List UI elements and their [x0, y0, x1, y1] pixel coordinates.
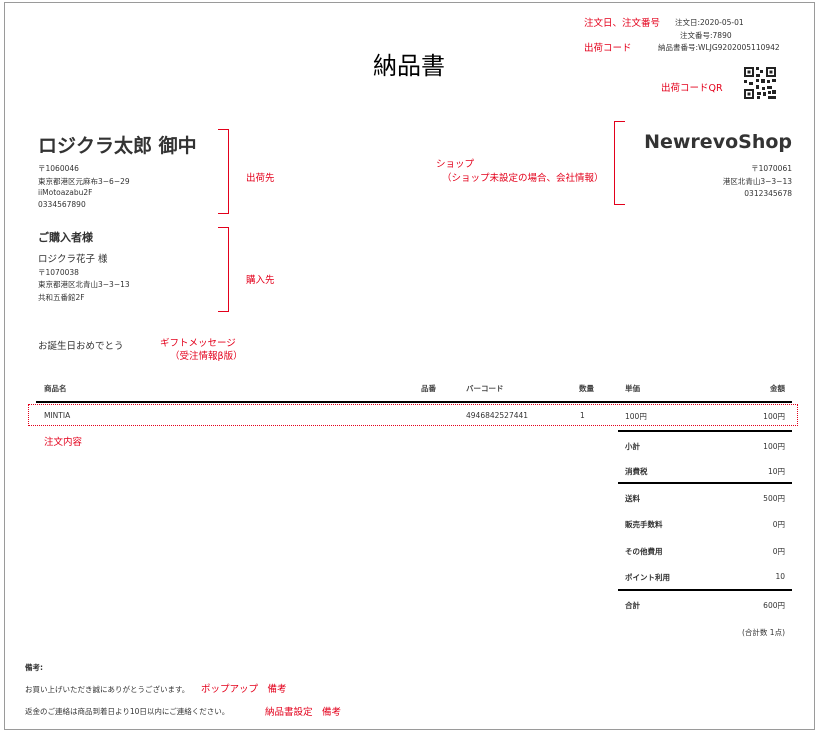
recipient-name: ロジクラ太郎 御中 [38, 135, 197, 157]
page-frame [4, 2, 815, 730]
recipient-phone: 0334567890 [38, 200, 86, 209]
annotation-order-info: 注文日、注文番号 [584, 18, 661, 29]
buyer-bracket [218, 227, 229, 312]
table-header-rule [36, 401, 792, 403]
col-unit-price: 単価 [625, 384, 640, 393]
row-product: MINTIA [44, 411, 71, 420]
annotation-buyer: 購入先 [246, 275, 275, 286]
total-value: 600円 [763, 601, 785, 610]
other-value: 0円 [772, 547, 785, 556]
col-barcode: バーコード [466, 384, 504, 393]
shipping-value: 500円 [763, 494, 785, 503]
annotation-order-contents: 注文内容 [44, 437, 83, 448]
recipient-address2: iiMotoazabu2F [38, 188, 93, 197]
annotation-gift-line2: （受注情報β版） [170, 351, 243, 362]
buyer-address1: 東京都港区北青山3−3−13 [38, 280, 130, 289]
shop-phone: 0312345678 [744, 189, 792, 198]
subtotal-value: 100円 [763, 442, 785, 451]
page-title: 納品書 [373, 52, 445, 80]
col-amount: 金額 [770, 384, 785, 393]
row-barcode: 4946842527441 [466, 411, 529, 420]
summary-mid-rule [618, 482, 792, 484]
shipping-label: 送料 [625, 494, 640, 503]
total-label: 合計 [625, 601, 640, 610]
row-amount: 100円 [763, 412, 785, 421]
table-row [28, 404, 798, 426]
fee-label: 販売手数料 [625, 520, 663, 529]
recipient-postal: 〒1060046 [38, 164, 79, 173]
tax-value: 10円 [767, 467, 785, 476]
buyer-address2: 共和五番館2F [38, 293, 85, 302]
col-sku: 品番 [421, 384, 436, 393]
buyer-heading: ご購入者様 [38, 231, 93, 244]
col-qty: 数量 [579, 384, 594, 393]
recipient-address1: 東京都港区元麻布3−6−29 [38, 177, 130, 186]
slip-number: 納品書番号:WLJG9202005110942 [658, 43, 780, 52]
shop-bracket [614, 121, 625, 205]
summary-total-rule [618, 589, 792, 591]
notes-line1: お買い上げいただき誠にありがとうございます。 [25, 685, 190, 694]
annotation-recipient: 出荷先 [246, 173, 275, 184]
notes-label: 備考: [25, 663, 43, 672]
qr-code-icon [743, 66, 777, 100]
buyer-name: ロジクラ花子 様 [38, 254, 108, 265]
points-label: ポイント利用 [625, 573, 670, 582]
shop-postal: 〒1070061 [751, 164, 792, 173]
subtotal-label: 小計 [625, 442, 640, 451]
col-product: 商品名 [44, 384, 67, 393]
annotation-shop-line2: （ショップ未設定の場合、会社情報） [442, 173, 604, 184]
annotation-shop-line1: ショップ [436, 159, 475, 170]
fee-value: 0円 [772, 520, 785, 529]
recipient-bracket [218, 129, 229, 214]
shop-name: NewrevoShop [644, 131, 792, 153]
row-qty: 1 [580, 411, 585, 420]
summary-top-rule [618, 430, 792, 432]
other-label: その他費用 [625, 547, 663, 556]
annotation-qr: 出荷コードQR [661, 83, 723, 94]
shop-address: 港区北青山3−3−13 [722, 177, 792, 186]
notes-line2: 返金のご連絡は商品到着日より10日以内にご連絡ください。 [25, 707, 230, 716]
annotation-gift-line1: ギフトメッセージ [160, 338, 236, 349]
total-count: (合計数 1点) [741, 628, 785, 637]
order-number: 注文番号:7890 [680, 31, 732, 40]
annotation-popup-notes: ポップアップ 備考 [201, 684, 287, 695]
tax-label: 消費税 [625, 467, 648, 476]
buyer-postal: 〒1070038 [38, 268, 79, 277]
annotation-slip-settings-notes: 納品書設定 備考 [265, 707, 342, 718]
row-unit-price: 100円 [625, 412, 647, 421]
gift-message: お誕生日おめでとう [38, 341, 124, 352]
order-date: 注文日:2020-05-01 [675, 18, 744, 27]
points-value: 10 [775, 572, 785, 581]
annotation-shipping-code: 出荷コード [584, 43, 632, 54]
